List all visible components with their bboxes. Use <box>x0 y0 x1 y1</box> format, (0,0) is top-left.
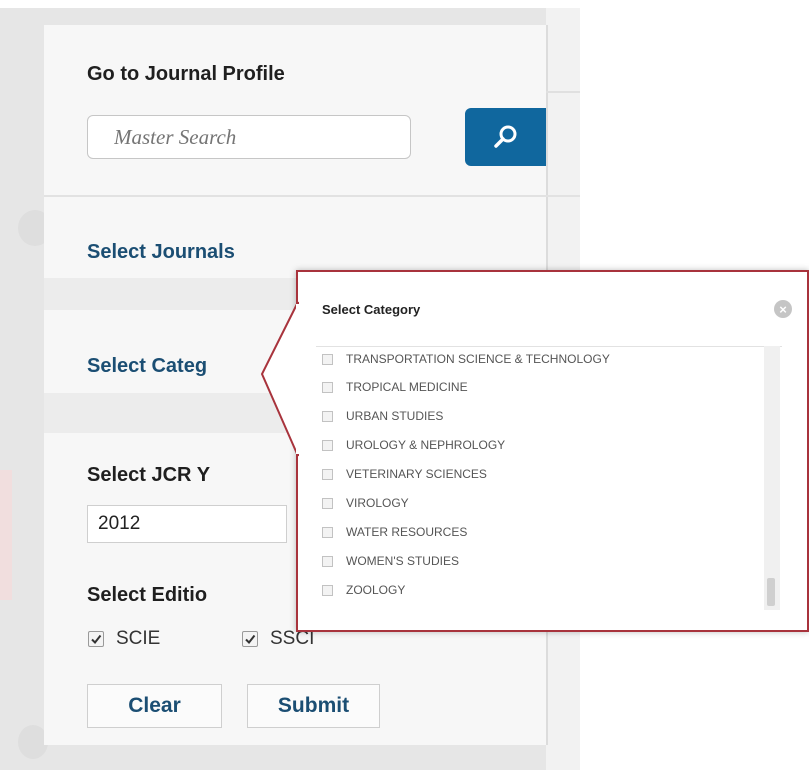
journal-profile-title: Go to Journal Profile <box>87 63 285 85</box>
close-icon[interactable]: × <box>774 300 792 318</box>
category-label: TRANSPORTATION SCIENCE & TECHNOLOGY <box>346 352 610 366</box>
edition-checkbox-scie[interactable]: SCIE <box>88 628 160 650</box>
select-journals-link[interactable]: Select Journals <box>87 241 235 264</box>
select-category-link[interactable]: Select Categ <box>87 355 207 378</box>
checkbox[interactable] <box>322 381 333 393</box>
category-item[interactable]: ZOOLOGY <box>322 583 405 597</box>
checkbox[interactable] <box>322 497 333 509</box>
select-edition-label: Select Editio <box>87 584 208 606</box>
scrollbar-track[interactable] <box>764 346 780 610</box>
checkmark-icon <box>88 631 104 647</box>
clear-button[interactable]: Clear <box>87 684 222 728</box>
category-item[interactable]: URBAN STUDIES <box>322 409 443 423</box>
category-label: TROPICAL MEDICINE <box>346 380 468 394</box>
category-item[interactable]: TROPICAL MEDICINE <box>322 380 468 394</box>
category-label: ZOOLOGY <box>346 583 406 597</box>
popup-title: Select Category <box>322 302 421 317</box>
jcr-year-select[interactable]: 2012 <box>87 505 287 543</box>
background-band <box>0 470 12 600</box>
checkbox[interactable] <box>322 468 333 480</box>
search-button[interactable] <box>465 108 546 166</box>
category-item[interactable]: WOMEN'S STUDIES <box>322 554 459 568</box>
scrollbar-thumb[interactable] <box>767 578 775 606</box>
category-label: WOMEN'S STUDIES <box>346 554 459 568</box>
category-label: UROLOGY & NEPHROLOGY <box>346 438 506 452</box>
checkbox[interactable] <box>322 584 333 596</box>
category-label: VETERINARY SCIENCES <box>346 467 487 481</box>
category-item[interactable]: UROLOGY & NEPHROLOGY <box>322 438 505 452</box>
popup-pointer <box>260 301 300 457</box>
category-label: VIROLOGY <box>346 496 409 510</box>
edition-label: SCIE <box>116 628 161 649</box>
category-label: WATER RESOURCES <box>346 525 468 539</box>
checkmark-icon <box>242 631 258 647</box>
submit-button[interactable]: Submit <box>247 684 380 728</box>
checkbox[interactable] <box>322 555 333 567</box>
select-jcr-year-label: Select JCR Y <box>87 464 211 486</box>
top-gap <box>0 0 809 8</box>
checkbox[interactable] <box>322 410 333 422</box>
checkbox[interactable] <box>322 353 333 365</box>
category-item[interactable]: WATER RESOURCES <box>322 525 467 539</box>
divider-line <box>546 91 580 93</box>
magnifier-icon <box>493 125 516 148</box>
divider-line <box>44 195 580 197</box>
category-item[interactable]: VETERINARY SCIENCES <box>322 467 487 481</box>
checkbox[interactable] <box>322 526 333 538</box>
category-item[interactable]: TRANSPORTATION SCIENCE & TECHNOLOGY <box>322 352 610 366</box>
master-search-input[interactable] <box>87 115 411 159</box>
category-item[interactable]: VIROLOGY <box>322 496 409 510</box>
checkbox[interactable] <box>322 439 333 451</box>
category-label: URBAN STUDIES <box>346 409 444 423</box>
